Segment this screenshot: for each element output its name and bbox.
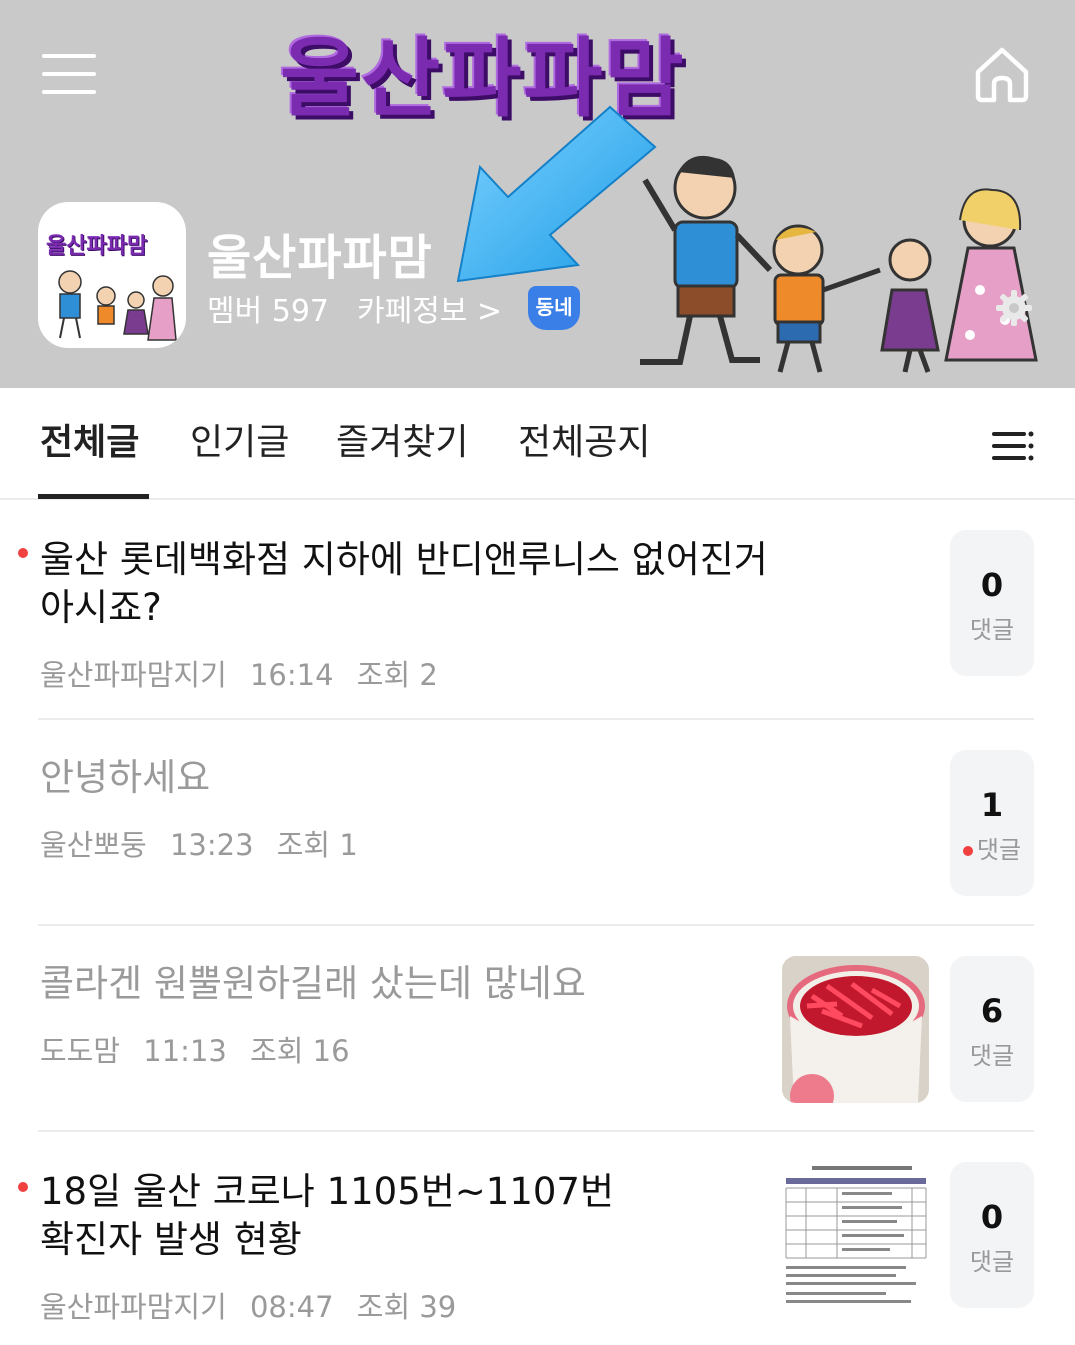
comment-count-box[interactable]: 0 댓글 (950, 1162, 1034, 1308)
document-table-image (782, 1162, 929, 1309)
comment-label: 댓글 (969, 616, 1015, 644)
post-time: 16:14 (249, 658, 334, 692)
logo-family-icon (58, 270, 177, 341)
home-button[interactable] (972, 44, 1032, 104)
post-meta: 울산파파맘지기 08:47 조회 39 (40, 1284, 470, 1326)
divider (38, 924, 1034, 926)
comment-count-box[interactable]: 1 댓글 (950, 750, 1034, 896)
comment-label-row: 댓글 (950, 830, 1034, 865)
tab-favorites[interactable]: 즐겨찾기 (336, 408, 468, 478)
post-author: 울산파파맘지기 (40, 658, 227, 692)
hamburger-menu-button[interactable] (42, 52, 98, 96)
post-author: 울산뽀둥 (40, 828, 147, 862)
comment-count: 1 (980, 786, 1004, 824)
divider (38, 718, 1034, 720)
post-views: 조회 39 (356, 1290, 457, 1324)
post-author: 도도맘 (40, 1034, 121, 1068)
comment-count: 0 (980, 1198, 1004, 1236)
post-author: 울산파파맘지기 (40, 1290, 227, 1324)
comment-label: 댓글 (969, 1042, 1015, 1070)
list-menu-icon (992, 431, 1034, 461)
cafe-banner: 울산파파맘 울산파파맘 울산파파맘 멤버 597 카페정보 > 동네 (0, 0, 1075, 388)
cafe-meta-row: 멤버 597 카페정보 > 동네 (207, 286, 581, 330)
new-comment-dot (962, 846, 973, 856)
active-tab-indicator (38, 494, 149, 499)
settings-button[interactable] (994, 288, 1034, 328)
post-views: 조회 1 (276, 828, 358, 862)
board-list-button[interactable] (990, 426, 1034, 466)
post-title[interactable]: 콜라겐 원뿔원하길래 샀는데 많네요 (40, 960, 586, 1008)
family-illustration (640, 155, 1038, 373)
post-thumbnail[interactable] (782, 1162, 929, 1309)
tab-all-posts[interactable]: 전체글 (40, 408, 139, 478)
cafe-info-link[interactable]: 카페정보 > (357, 286, 502, 330)
post-title[interactable]: 울산 롯데백화점 지하에 반디앤루니스 없어진거 아시죠? (40, 536, 768, 632)
comment-count-box[interactable]: 0 댓글 (950, 530, 1034, 676)
tab-notices[interactable]: 전체공지 (518, 408, 650, 478)
divider (38, 1130, 1034, 1132)
home-icon (975, 47, 1029, 103)
new-post-dot (18, 1182, 28, 1192)
board-tabs: 전체글 인기글 즐겨찾기 전체공지 (0, 388, 1075, 500)
post-views: 조회 16 (250, 1034, 350, 1068)
neighborhood-badge: 동네 (528, 286, 581, 330)
hamburger-menu-icon (42, 54, 96, 58)
settings-gear-icon (996, 290, 1032, 326)
cafe-logo-text: 울산파파맘 (46, 234, 148, 259)
post-meta: 울산뽀둥 13:23 조회 1 (40, 822, 372, 864)
collagen-product-image (782, 956, 929, 1103)
post-time: 08:47 (249, 1290, 334, 1324)
post-time: 13:23 (169, 828, 254, 862)
comment-label: 댓글 (969, 1248, 1015, 1276)
post-meta: 도도맘 11:13 조회 16 (40, 1028, 364, 1070)
post-meta: 울산파파맘지기 16:14 조회 2 (40, 652, 452, 694)
post-title[interactable]: 18일 울산 코로나 1105번~1107번 확진자 발생 현황 (40, 1168, 614, 1264)
comment-count-box[interactable]: 6 댓글 (950, 956, 1034, 1102)
cafe-name: 울산파파맘 (207, 230, 433, 286)
post-thumbnail[interactable] (782, 956, 929, 1103)
member-count: 멤버 597 (207, 294, 329, 329)
cafe-logo[interactable]: 울산파파맘 (38, 202, 186, 348)
post-time: 11:13 (143, 1034, 227, 1068)
comment-count: 6 (980, 992, 1004, 1030)
post-views: 조회 2 (356, 658, 438, 692)
new-post-dot (18, 548, 28, 558)
post-title[interactable]: 안녕하세요 (40, 754, 210, 802)
tab-popular[interactable]: 인기글 (190, 408, 289, 478)
comment-count: 0 (980, 566, 1004, 604)
